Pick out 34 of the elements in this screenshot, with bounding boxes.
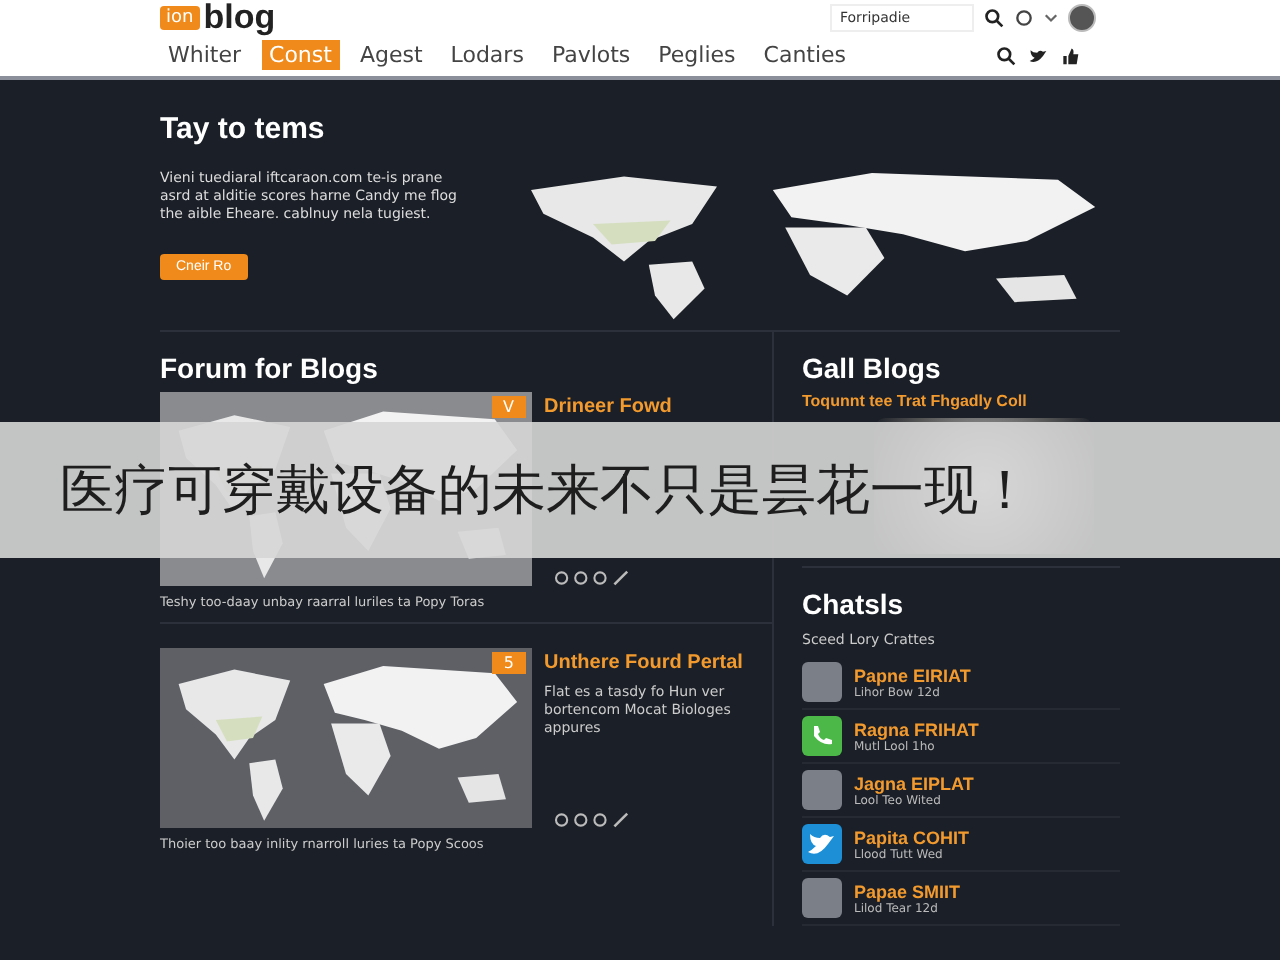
nav-tab[interactable]: Peglies <box>650 40 744 70</box>
caption-banner: 医疗可穿戴设备的未来不只是昙花一现！ <box>0 422 1280 558</box>
card-title[interactable]: Unthere Fourd Pertal <box>544 652 772 676</box>
number-badge: 5 <box>491 652 526 674</box>
chat-name[interactable]: Papae SMIIT <box>854 881 961 901</box>
section-title: Chatsls <box>802 588 906 620</box>
search-icon[interactable] <box>984 7 1004 27</box>
bird-icon[interactable] <box>1028 45 1048 65</box>
chat-name[interactable]: Papita COHIT <box>854 827 970 847</box>
logo-badge: ion <box>160 5 200 29</box>
nav-tab[interactable]: Whiter <box>160 40 250 70</box>
phone-icon <box>802 716 842 756</box>
chat-name[interactable]: Papne EIRIAT <box>854 665 971 685</box>
bird-icon <box>802 824 842 864</box>
card-title[interactable]: Drineer Fowd <box>544 396 772 420</box>
nav-tab[interactable]: Canties <box>755 40 855 70</box>
section-title: Forum for Blogs <box>160 352 380 384</box>
hero-title: Tay to tems <box>160 112 327 146</box>
logo-text: blog <box>203 0 276 35</box>
chat-name[interactable]: Ragna FRIHAT <box>854 719 979 739</box>
number-badge: V <box>491 396 526 418</box>
avatar-photo <box>802 662 842 702</box>
avatar-photo <box>802 770 842 810</box>
avatar-icon[interactable] <box>1068 3 1096 31</box>
avatar-photo <box>802 878 842 918</box>
thumbs-up-icon[interactable] <box>1060 45 1080 65</box>
gallery-subtitle[interactable]: Toqunnt tee Trat Fhgadly Coll <box>802 392 1102 410</box>
nav-tab[interactable]: Pavlots <box>543 40 639 70</box>
caret-icon[interactable] <box>1044 10 1058 24</box>
chat-name[interactable]: Jagna EIPLAT <box>854 773 974 793</box>
section-title: Gall Blogs <box>802 352 943 384</box>
nav-tab[interactable]: Lodars <box>442 40 532 70</box>
nav-tab[interactable]: Agest <box>351 40 431 70</box>
search-icon[interactable] <box>996 45 1016 65</box>
